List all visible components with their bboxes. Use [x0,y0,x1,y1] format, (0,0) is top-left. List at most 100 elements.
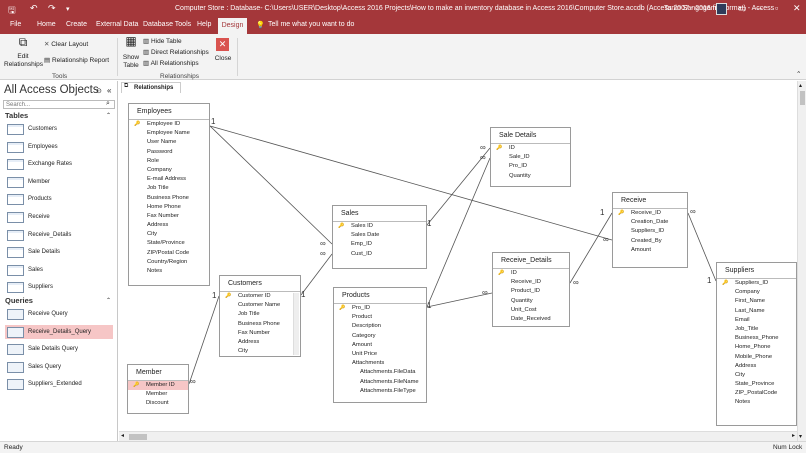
table-field[interactable]: Mobile_Phone [717,353,796,362]
table-field[interactable]: Job Title [129,184,209,193]
table-title[interactable]: Suppliers [717,263,796,279]
table-field[interactable]: Cust_ID [333,250,426,259]
scroll-thumb[interactable] [800,91,805,105]
table-field[interactable]: City [220,347,300,356]
horizontal-scrollbar[interactable]: ◂ ▸ [119,431,797,441]
table-title[interactable]: Products [334,288,426,304]
table-field[interactable]: Unit Price [334,350,426,359]
table-title[interactable]: Sales [333,206,426,222]
table-field[interactable]: Home Phone [129,203,209,212]
table-receive-details[interactable]: Receive_Details ID Receive_ID Product_ID… [492,252,570,327]
primary-key-field[interactable]: Member ID [128,381,188,390]
table-field[interactable]: City [717,371,796,380]
table-field[interactable]: Password [129,148,209,157]
scroll-left-icon[interactable]: ◂ [121,432,124,439]
table-field[interactable]: Unit_Cost [493,306,569,315]
table-field[interactable]: Sales Date [333,231,426,240]
table-field[interactable]: Quantity [491,172,570,181]
scroll-thumb[interactable] [129,434,147,440]
table-field[interactable]: Company [717,288,796,297]
table-sales[interactable]: Sales Sales ID Sales Date Emp_ID Cust_ID [332,205,427,269]
primary-key-field[interactable]: Pro_ID [334,304,426,313]
table-field[interactable]: Attachments.FileName [334,378,426,387]
table-field[interactable]: Address [220,338,300,347]
table-title[interactable]: Receive_Details [493,253,569,269]
table-title[interactable]: Member [128,365,188,381]
table-field[interactable]: Discount [128,399,188,408]
table-title[interactable]: Receive [613,193,687,209]
table-customers[interactable]: Customers Customer ID Customer Name Job … [219,275,301,357]
table-field[interactable]: Job Title [220,310,300,319]
table-field[interactable]: City [129,230,209,239]
table-field[interactable]: ZIP/Postal Code [129,249,209,258]
table-field[interactable]: E-mail Address [129,175,209,184]
table-scrollbar[interactable] [293,293,299,355]
table-member[interactable]: Member Member ID Member Discount [127,364,189,414]
table-field[interactable]: Business Phone [220,320,300,329]
table-field[interactable]: Description [334,322,426,331]
table-field[interactable]: Attachments [334,359,426,368]
primary-key-field[interactable]: ID [493,269,569,278]
table-field[interactable]: Product_ID [493,287,569,296]
primary-key-field[interactable]: ID [491,144,570,153]
primary-key-field[interactable]: Customer ID [220,292,300,301]
one-side-marker: 1 [427,301,432,310]
primary-key-field[interactable]: Employee ID [129,120,209,129]
primary-key-field[interactable]: Receive_ID [613,209,687,218]
table-field[interactable]: Fax Number [220,329,300,338]
table-field[interactable]: Quantity [493,297,569,306]
table-field[interactable]: Sale_ID [491,153,570,162]
table-field[interactable]: Amount [334,341,426,350]
table-field[interactable]: Receive_ID [493,278,569,287]
table-field[interactable]: Attachments.FileType [334,387,426,396]
table-field[interactable]: Category [334,332,426,341]
table-title[interactable]: Employees [129,104,209,120]
table-field[interactable]: Email [717,316,796,325]
table-field[interactable]: State/Province [129,239,209,248]
table-field[interactable]: State_Province [717,380,796,389]
scroll-right-icon[interactable]: ▸ [792,432,795,439]
table-field[interactable]: First_Name [717,297,796,306]
table-field[interactable]: Address [129,221,209,230]
table-field[interactable]: Business Phone [129,194,209,203]
table-field[interactable]: Employee Name [129,129,209,138]
vertical-scrollbar[interactable]: ▴ ▾ [797,81,806,441]
table-products[interactable]: Products Pro_ID Product Description Cate… [333,287,427,403]
table-title[interactable]: Sale Details [491,128,570,144]
table-field[interactable]: Creation_Date [613,218,687,227]
table-receive[interactable]: Receive Receive_ID Creation_Date Supplie… [612,192,688,268]
scroll-up-icon[interactable]: ▴ [799,82,802,89]
table-field[interactable]: Amount [613,246,687,255]
table-field[interactable]: Notes [717,398,796,407]
table-field[interactable]: Role [129,157,209,166]
table-field[interactable]: Emp_ID [333,240,426,249]
primary-key-field[interactable]: Suppliers_ID [717,279,796,288]
scroll-down-icon[interactable]: ▾ [799,433,802,440]
table-title[interactable]: Customers [220,276,300,292]
table-field[interactable]: Created_By [613,237,687,246]
table-field[interactable]: Customer Name [220,301,300,310]
primary-key-field[interactable]: Sales ID [333,222,426,231]
table-field[interactable]: Job_Title [717,325,796,334]
table-suppliers[interactable]: Suppliers Suppliers_ID Company First_Nam… [716,262,797,426]
relationship-line [569,212,613,284]
relationship-line [300,253,333,296]
table-field[interactable]: Company [129,166,209,175]
table-field[interactable]: Product [334,313,426,322]
table-field[interactable]: Country/Region [129,258,209,267]
table-field[interactable]: ZIP_PostalCode [717,389,796,398]
table-field[interactable]: User Name [129,138,209,147]
table-field[interactable]: Attachments.FileData [334,368,426,377]
table-field[interactable]: Date_Received [493,315,569,324]
table-field[interactable]: Pro_ID [491,162,570,171]
table-sale-details[interactable]: Sale Details ID Sale_ID Pro_ID Quantity [490,127,571,187]
table-field[interactable]: Fax Number [129,212,209,221]
table-field[interactable]: Member [128,390,188,399]
table-field[interactable]: Address [717,362,796,371]
table-field[interactable]: Home_Phone [717,343,796,352]
table-field[interactable]: Business_Phone [717,334,796,343]
table-field[interactable]: Notes [129,267,209,276]
table-field[interactable]: Last_Name [717,307,796,316]
table-field[interactable]: Suppliers_ID [613,227,687,236]
table-employees[interactable]: Employees Employee ID Employee Name User… [128,103,210,286]
